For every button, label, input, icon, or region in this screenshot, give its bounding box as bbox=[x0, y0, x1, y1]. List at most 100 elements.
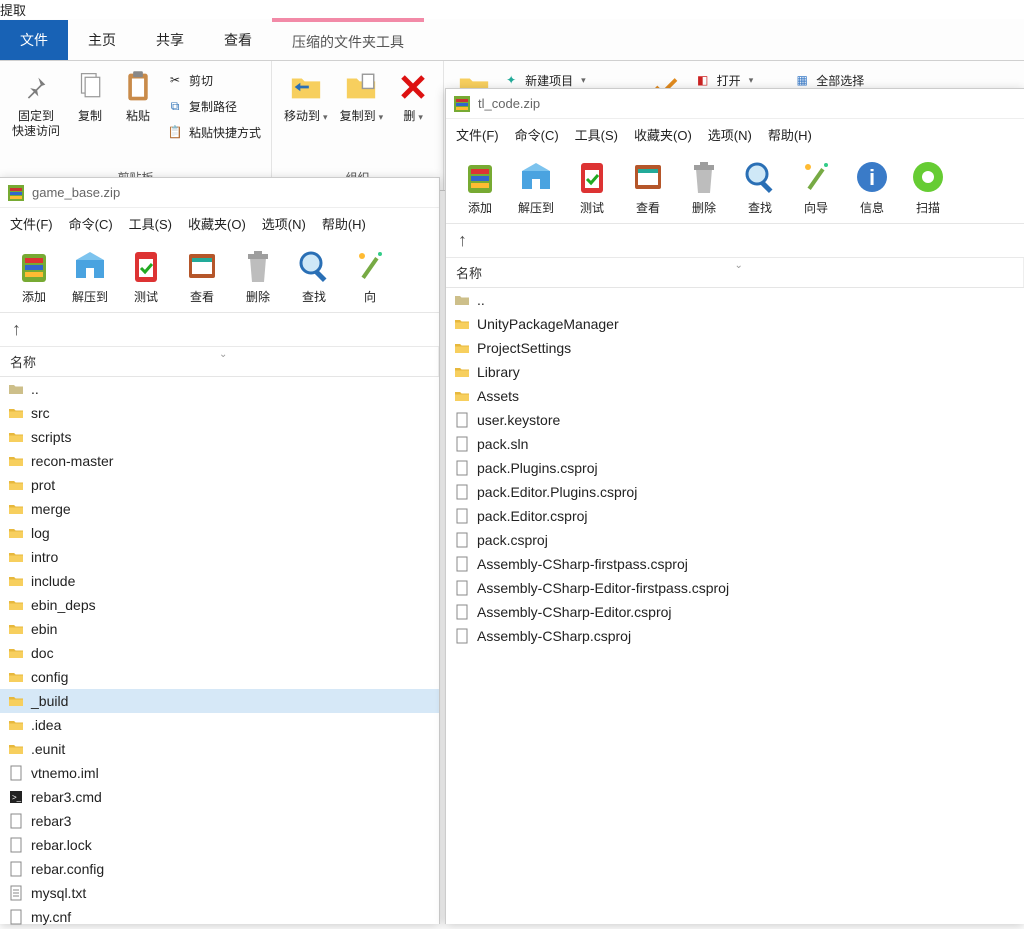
list-item[interactable]: intro bbox=[0, 545, 439, 569]
titlebar-left[interactable]: game_base.zip bbox=[0, 178, 439, 208]
list-item[interactable]: scripts bbox=[0, 425, 439, 449]
tab-compressed-folder-tools[interactable]: 压缩的文件夹工具 bbox=[272, 18, 424, 62]
delete-button[interactable]: 删除 bbox=[230, 243, 286, 308]
list-item[interactable]: pack.Editor.Plugins.csproj bbox=[446, 480, 1024, 504]
list-item[interactable]: UnityPackageManager bbox=[446, 312, 1024, 336]
list-item[interactable]: ebin bbox=[0, 617, 439, 641]
menu-cmd[interactable]: 命令(C) bbox=[515, 125, 559, 144]
list-item[interactable]: doc bbox=[0, 641, 439, 665]
list-item[interactable]: config bbox=[0, 665, 439, 689]
list-item[interactable]: rebar.config bbox=[0, 857, 439, 881]
list-item[interactable]: rebar3 bbox=[0, 809, 439, 833]
sort-indicator-icon: ⌄ bbox=[219, 349, 227, 360]
menu-tool[interactable]: 工具(S) bbox=[129, 214, 172, 233]
list-item[interactable]: .eunit bbox=[0, 737, 439, 761]
copy-button[interactable]: 复制 bbox=[66, 65, 114, 165]
tab-view[interactable]: 查看 bbox=[204, 20, 272, 60]
tab-file[interactable]: 文件 bbox=[0, 20, 68, 60]
up-arrow-right[interactable]: ↑ bbox=[446, 224, 1024, 258]
titlebar-right[interactable]: tl_code.zip bbox=[446, 89, 1024, 119]
list-item[interactable]: Assembly-CSharp-Editor.csproj bbox=[446, 600, 1024, 624]
paste-shortcut-button[interactable]: 📋粘贴快捷方式 bbox=[162, 121, 265, 143]
info-icon: i bbox=[852, 157, 892, 197]
list-item[interactable]: Assembly-CSharp.csproj bbox=[446, 624, 1024, 648]
toolbar-label: 扫描 bbox=[916, 199, 940, 216]
list-item[interactable]: src bbox=[0, 401, 439, 425]
tab-home[interactable]: 主页 bbox=[68, 20, 136, 60]
find-button[interactable]: 查找 bbox=[732, 154, 788, 219]
menu-file[interactable]: 文件(F) bbox=[456, 125, 499, 144]
file-name: src bbox=[31, 405, 50, 421]
add-button[interactable]: 添加 bbox=[452, 154, 508, 219]
list-item-up[interactable]: .. bbox=[446, 288, 1024, 312]
extract-button[interactable]: 解压到 bbox=[62, 243, 118, 308]
list-item[interactable]: vtnemo.iml bbox=[0, 761, 439, 785]
list-item-up[interactable]: .. bbox=[0, 377, 439, 401]
list-header-left[interactable]: 名称⌄ bbox=[0, 347, 439, 377]
add-button[interactable]: 添加 bbox=[6, 243, 62, 308]
tab-share[interactable]: 共享 bbox=[136, 20, 204, 60]
list-item[interactable]: >_rebar3.cmd bbox=[0, 785, 439, 809]
scan-button[interactable]: 扫描 bbox=[900, 154, 956, 219]
cut-button[interactable]: ✂剪切 bbox=[162, 69, 265, 91]
toolbar-label: 查找 bbox=[748, 199, 772, 216]
folder-icon bbox=[8, 405, 24, 421]
up-arrow-left[interactable]: ↑ bbox=[0, 313, 439, 347]
list-item[interactable]: Assembly-CSharp-Editor-firstpass.csproj bbox=[446, 576, 1024, 600]
test-button[interactable]: 测试 bbox=[564, 154, 620, 219]
copy-to-button[interactable]: 复制到 bbox=[334, 65, 390, 165]
menu-fav[interactable]: 收藏夹(O) bbox=[634, 125, 692, 144]
list-item[interactable]: pack.sln bbox=[446, 432, 1024, 456]
menu-opt[interactable]: 选项(N) bbox=[262, 214, 306, 233]
list-item[interactable]: .idea bbox=[0, 713, 439, 737]
wizard-button[interactable]: 向导 bbox=[788, 154, 844, 219]
toolbar-label: 删除 bbox=[246, 288, 270, 305]
list-item[interactable]: rebar.lock bbox=[0, 833, 439, 857]
copy-path-button[interactable]: ⧉复制路径 bbox=[162, 95, 265, 117]
move-to-button[interactable]: 移动到 bbox=[278, 65, 334, 165]
menu-cmd[interactable]: 命令(C) bbox=[69, 214, 113, 233]
list-item[interactable]: user.keystore bbox=[446, 408, 1024, 432]
info-button[interactable]: i信息 bbox=[844, 154, 900, 219]
view-button[interactable]: 查看 bbox=[620, 154, 676, 219]
extract-button[interactable]: 解压到 bbox=[508, 154, 564, 219]
list-item[interactable]: mysql.txt bbox=[0, 881, 439, 905]
list-item[interactable]: Assembly-CSharp-firstpass.csproj bbox=[446, 552, 1024, 576]
file-name: .. bbox=[31, 381, 39, 397]
wizard-icon bbox=[796, 157, 836, 197]
list-item[interactable]: Library bbox=[446, 360, 1024, 384]
menu-help[interactable]: 帮助(H) bbox=[322, 214, 366, 233]
window-title-left: game_base.zip bbox=[32, 185, 120, 200]
menu-opt[interactable]: 选项(N) bbox=[708, 125, 752, 144]
find-icon bbox=[294, 246, 334, 286]
list-item[interactable]: ProjectSettings bbox=[446, 336, 1024, 360]
list-item[interactable]: pack.Plugins.csproj bbox=[446, 456, 1024, 480]
delete-button[interactable]: 删除 bbox=[676, 154, 732, 219]
ribbon-tabs: 文件 主页 共享 查看 压缩的文件夹工具 bbox=[0, 19, 1024, 61]
list-item[interactable]: _build bbox=[0, 689, 439, 713]
menu-fav[interactable]: 收藏夹(O) bbox=[188, 214, 246, 233]
delete-button[interactable]: 删 bbox=[389, 65, 437, 165]
list-item[interactable]: pack.csproj bbox=[446, 528, 1024, 552]
list-item[interactable]: my.cnf bbox=[0, 905, 439, 929]
menu-help[interactable]: 帮助(H) bbox=[768, 125, 812, 144]
test-button[interactable]: 测试 bbox=[118, 243, 174, 308]
wizard-button[interactable]: 向 bbox=[342, 243, 398, 308]
list-header-right[interactable]: 名称⌄ bbox=[446, 258, 1024, 288]
list-item[interactable]: merge bbox=[0, 497, 439, 521]
list-item[interactable]: ebin_deps bbox=[0, 593, 439, 617]
paste-button[interactable]: 粘贴 bbox=[114, 65, 162, 165]
find-button[interactable]: 查找 bbox=[286, 243, 342, 308]
list-item[interactable]: include bbox=[0, 569, 439, 593]
list-item[interactable]: recon-master bbox=[0, 449, 439, 473]
list-item[interactable]: log bbox=[0, 521, 439, 545]
view-button[interactable]: 查看 bbox=[174, 243, 230, 308]
menu-tool[interactable]: 工具(S) bbox=[575, 125, 618, 144]
file-name: pack.Plugins.csproj bbox=[477, 460, 598, 476]
list-item[interactable]: pack.Editor.csproj bbox=[446, 504, 1024, 528]
list-item[interactable]: Assets bbox=[446, 384, 1024, 408]
pin-to-quick-access-button[interactable]: 固定到快速访问 bbox=[6, 65, 66, 165]
toolbar-left: 添加解压到测试查看删除查找向 bbox=[0, 239, 439, 313]
list-item[interactable]: prot bbox=[0, 473, 439, 497]
menu-file[interactable]: 文件(F) bbox=[10, 214, 53, 233]
